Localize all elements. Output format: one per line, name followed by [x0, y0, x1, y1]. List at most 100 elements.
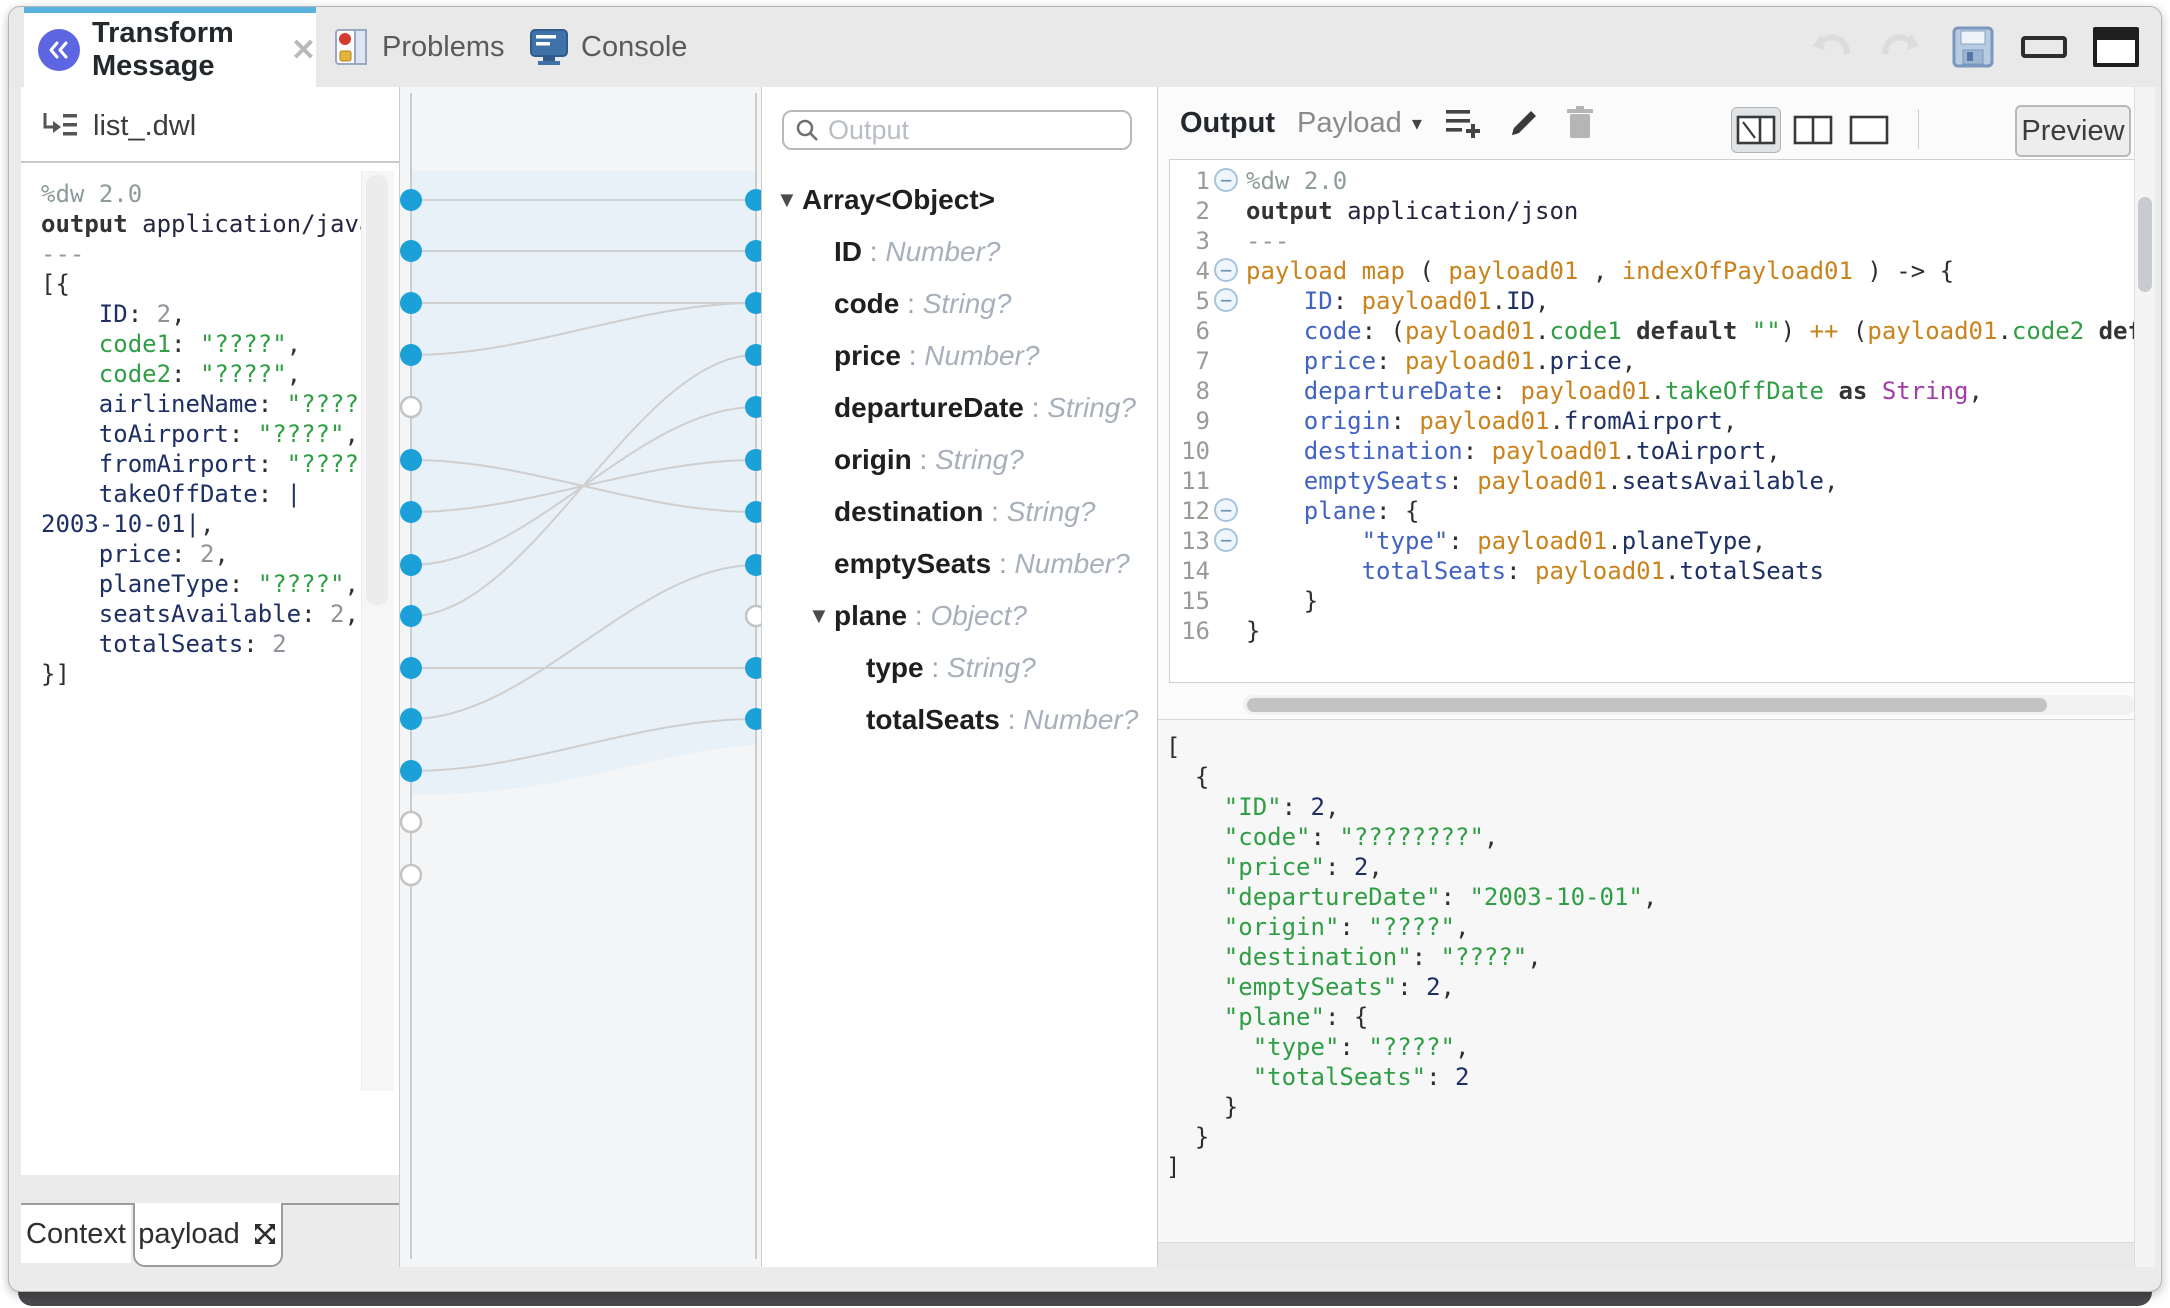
tree-field-type: Number? — [1023, 704, 1138, 736]
input-port-dot[interactable] — [400, 449, 422, 471]
line-number: 13 — [1170, 526, 1210, 556]
fold-toggle-icon[interactable]: − — [1214, 498, 1238, 522]
code-line: 9 origin: payload01.fromAirport, — [1170, 406, 2135, 436]
code-line: "type": "????", — [1166, 1032, 1657, 1062]
input-port-dot[interactable] — [400, 760, 422, 782]
tab-transform-message[interactable]: Transform Message ✕ — [24, 7, 316, 87]
edit-icon[interactable] — [1506, 105, 1542, 141]
fold-spacer — [1214, 588, 1238, 612]
input-port-dot[interactable] — [400, 501, 422, 523]
payload-dropdown[interactable]: Payload — [1297, 107, 1402, 140]
toolbar-separator — [1918, 109, 1919, 149]
minimize-icon[interactable] — [2021, 36, 2067, 58]
tree-row[interactable]: departureDate : String? — [776, 382, 1151, 434]
input-editor-scrollbar[interactable] — [361, 171, 394, 1091]
code-line: 5− ID: payload01.ID, — [1170, 286, 2135, 316]
tree-row[interactable]: price : Number? — [776, 330, 1151, 382]
tree-row[interactable]: ID : Number? — [776, 226, 1151, 278]
input-port-dot-empty[interactable] — [401, 865, 421, 885]
close-tab-icon[interactable]: ✕ — [291, 33, 316, 68]
save-icon[interactable] — [1951, 25, 1995, 69]
tree-row[interactable]: destination : String? — [776, 486, 1151, 538]
input-port-dot-empty[interactable] — [401, 397, 421, 417]
input-port-dot[interactable] — [400, 657, 422, 679]
fold-toggle-icon[interactable]: − — [1214, 288, 1238, 312]
fold-spacer — [1214, 468, 1238, 492]
input-port-dot[interactable] — [400, 189, 422, 211]
delete-icon[interactable] — [1564, 105, 1596, 141]
input-port-dot[interactable] — [400, 292, 422, 314]
redo-icon[interactable] — [1879, 26, 1925, 68]
input-port-dot-empty[interactable] — [401, 812, 421, 832]
tree-field-type: String? — [923, 288, 1012, 320]
tab-problems[interactable]: Problems — [334, 7, 505, 87]
input-port-dot[interactable] — [400, 344, 422, 366]
tree-field-type: Number? — [924, 340, 1039, 372]
input-code-editor[interactable]: %dw 2.0output application/java---[{ ID: … — [41, 179, 361, 689]
tab-console[interactable]: Console — [529, 7, 687, 87]
preview-button[interactable]: Preview — [2015, 105, 2131, 157]
view-script-button[interactable] — [1845, 108, 1893, 152]
view-graphical-button[interactable] — [1731, 107, 1781, 153]
code-line: %dw 2.0 — [41, 179, 361, 209]
divider-mapping-tree[interactable] — [761, 87, 762, 1267]
mapping-selection-band — [411, 171, 756, 794]
tree-row[interactable]: type : String? — [776, 642, 1151, 694]
view-split-button[interactable] — [1789, 108, 1837, 152]
preview-hscrollbar[interactable] — [1158, 1242, 2135, 1267]
maximize-icon[interactable] — [2093, 27, 2139, 67]
input-port-dot[interactable] — [400, 554, 422, 576]
tree-field-name: origin — [834, 444, 912, 476]
divider-tree-script[interactable] — [1157, 87, 1158, 1267]
output-port-dot-empty[interactable] — [746, 606, 761, 626]
code-line: "code": "????????", — [1166, 822, 1657, 852]
tree-row[interactable]: code : String? — [776, 278, 1151, 330]
mapping-canvas[interactable] — [399, 87, 761, 1267]
tree-field-type: String? — [1007, 496, 1096, 528]
collapse-icon[interactable] — [252, 1221, 278, 1247]
code-line: "ID": 2, — [1166, 792, 1657, 822]
output-search-input[interactable]: Output — [782, 110, 1132, 150]
fold-toggle-icon[interactable]: − — [1214, 528, 1238, 552]
mapping-graph[interactable] — [399, 87, 761, 1267]
tree-expand-icon[interactable]: ▼ — [776, 187, 802, 213]
line-number: 4 — [1170, 256, 1210, 286]
tree-row[interactable]: totalSeats : Number? — [776, 694, 1151, 746]
code-line: "destination": "????", — [1166, 942, 1657, 972]
script-panel-header: Output Payload ▾ — [1158, 87, 2155, 159]
tree-field-name: price — [834, 340, 901, 372]
app-window: Transform Message ✕ Problems Console — [8, 6, 2162, 1292]
line-number: 6 — [1170, 316, 1210, 346]
chevron-down-icon[interactable]: ▾ — [1412, 111, 1422, 136]
tree-expand-icon[interactable]: ▼ — [808, 603, 834, 629]
undo-icon[interactable] — [1807, 26, 1853, 68]
code-line: ID: 2, — [41, 299, 361, 329]
code-line: "plane": { — [1166, 1002, 1657, 1032]
tree-row[interactable]: origin : String? — [776, 434, 1151, 486]
script-vscrollbar[interactable] — [2134, 87, 2155, 1267]
code-line: output application/java — [41, 209, 361, 239]
tree-row[interactable]: ▼Array<Object> — [776, 174, 1151, 226]
dataweave-script-editor[interactable]: 1−%dw 2.02output application/json3---4−p… — [1169, 159, 2135, 683]
tree-field-name: Array<Object> — [802, 184, 995, 216]
tree-field-type: String? — [947, 652, 1036, 684]
tree-separator: : — [899, 288, 922, 320]
tree-separator: : — [983, 496, 1006, 528]
input-port-dot[interactable] — [400, 605, 422, 627]
code-line: code1: "????", — [41, 329, 361, 359]
fold-spacer — [1214, 558, 1238, 582]
fold-toggle-icon[interactable]: − — [1214, 168, 1238, 192]
tab-context[interactable]: Context — [21, 1205, 131, 1263]
input-port-dot[interactable] — [400, 240, 422, 262]
code-line: ] — [1166, 1152, 1657, 1182]
tree-row[interactable]: ▼plane : Object? — [776, 590, 1151, 642]
fold-toggle-icon[interactable]: − — [1214, 258, 1238, 282]
tree-row[interactable]: emptySeats : Number? — [776, 538, 1151, 590]
script-hscrollbar[interactable] — [1243, 695, 2135, 715]
tab-payload[interactable]: payload — [133, 1203, 283, 1267]
divider-input-mapping[interactable] — [399, 87, 400, 1267]
code-line: 1−%dw 2.0 — [1170, 166, 2135, 196]
add-transformation-icon[interactable] — [1444, 106, 1484, 140]
input-port-dot[interactable] — [400, 708, 422, 730]
code-line: code2: "????", — [41, 359, 361, 389]
